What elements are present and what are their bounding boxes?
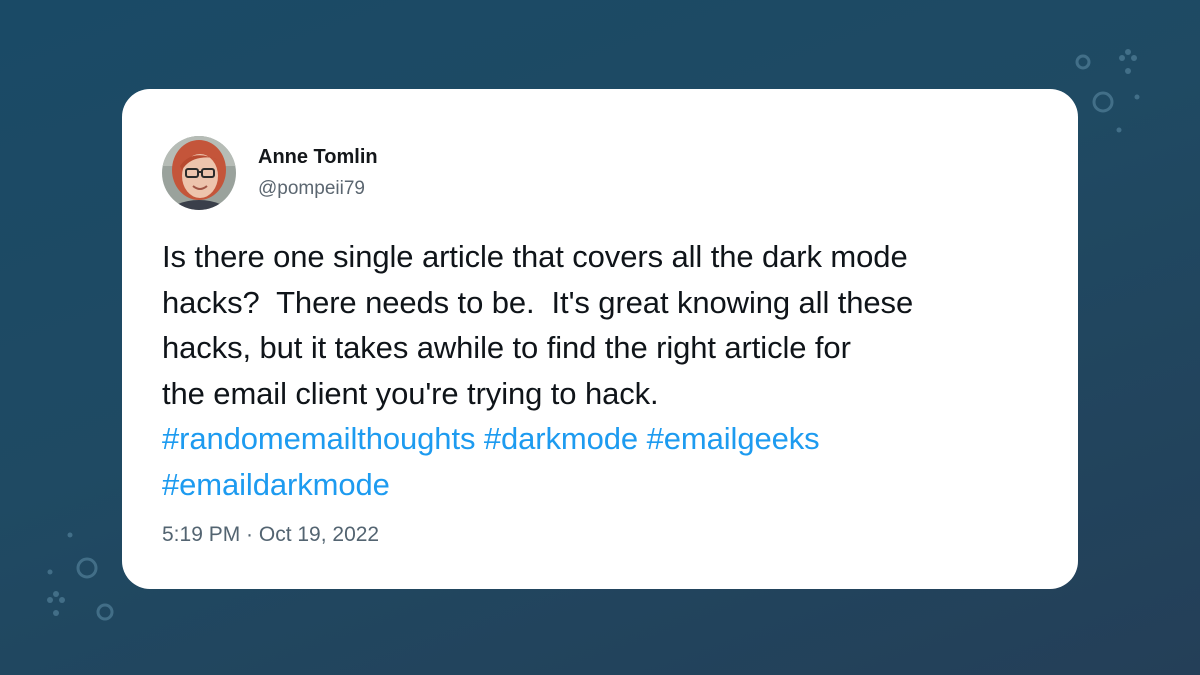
- hashtag-link[interactable]: #randomemailthoughts: [162, 421, 475, 456]
- tweet-card: Anne Tomlin @pompeii79 Is there one sing…: [122, 89, 1078, 589]
- dot-ornament: [1134, 94, 1140, 100]
- ring-ornament: [1075, 54, 1091, 70]
- ring-ornament: [1092, 91, 1114, 113]
- ring-ornament: [96, 603, 114, 621]
- profile-photo-icon: [162, 136, 236, 210]
- author-name[interactable]: Anne Tomlin: [258, 146, 378, 169]
- tweet-text-line: the email client you're trying to hack.: [162, 375, 659, 411]
- hashtag-line: #emaildarkmode: [162, 462, 1042, 508]
- hashtag-link[interactable]: #emaildarkmode: [162, 467, 390, 502]
- tweet-text-line: hacks, but it takes awhile to find the r…: [162, 330, 851, 365]
- sparkle-ornament: [47, 591, 65, 616]
- tweet-text-line: hacks? There needs to be. It's great kno…: [162, 284, 914, 320]
- dot-ornament: [1116, 127, 1122, 133]
- author-handle[interactable]: @pompeii79: [258, 178, 365, 200]
- author-avatar[interactable]: [162, 136, 236, 210]
- hashtag-line: #randomemailthoughts #darkmode #emailgee…: [162, 416, 1042, 462]
- hashtag-link[interactable]: #emailgeeks: [647, 421, 820, 456]
- sparkle-ornament: [1119, 49, 1137, 74]
- hashtag-link[interactable]: #darkmode: [484, 421, 638, 456]
- tweet-text-line: Is there one single article that covers …: [162, 239, 908, 274]
- dot-ornament: [47, 569, 53, 575]
- dot-ornament: [67, 532, 73, 538]
- tweet-timestamp[interactable]: 5:19 PM · Oct 19, 2022: [162, 523, 379, 547]
- ring-ornament: [76, 557, 98, 579]
- tweet-text: Is there one single article that covers …: [162, 234, 1042, 507]
